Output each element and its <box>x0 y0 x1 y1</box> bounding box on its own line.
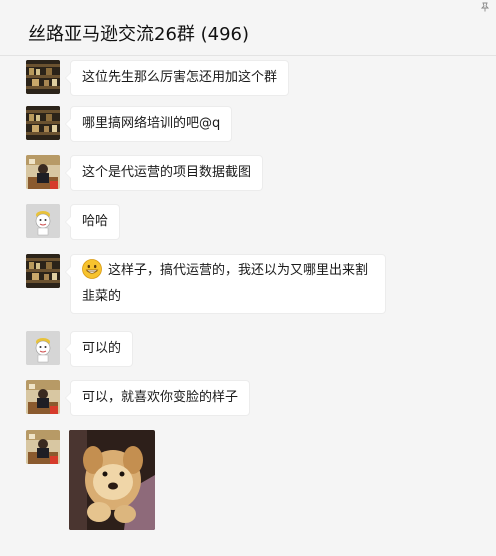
message-bubble[interactable]: 这位先生那么厉害怎还用加这个群 <box>64 60 290 96</box>
dark-shelf-avatar[interactable] <box>26 254 60 288</box>
message-item <box>26 430 155 530</box>
grinning-face-emoji <box>82 259 102 279</box>
office-person-avatar[interactable] <box>26 430 60 464</box>
message-item: 哪里搞网络培训的吧@q <box>26 106 233 142</box>
cartoon-chef-avatar[interactable] <box>26 204 60 238</box>
dark-shelf-avatar[interactable] <box>26 106 60 140</box>
message-item: 这样子，搞代运营的，我还以为又哪里出来割韭菜的 <box>26 254 386 314</box>
message-bubble[interactable]: 可以，就喜欢你变脸的样子 <box>64 380 251 416</box>
message-item: 这位先生那么厉害怎还用加这个群 <box>26 60 290 96</box>
cartoon-chef-avatar[interactable] <box>26 331 60 365</box>
message-bubble[interactable]: 可以的 <box>64 331 134 367</box>
office-person-avatar[interactable] <box>26 380 60 414</box>
message-list[interactable]: 这位先生那么厉害怎还用加这个群 哪里搞网络培训的吧@q 这个是代运营的项目数据截… <box>0 56 496 556</box>
puppy-photo[interactable] <box>69 430 155 530</box>
chat-header: 丝路亚马逊交流26群 (496) <box>0 0 496 56</box>
office-person-avatar[interactable] <box>26 155 60 189</box>
message-bubble[interactable]: 这个是代运营的项目数据截图 <box>64 155 264 191</box>
message-bubble[interactable]: 哈哈 <box>64 204 121 240</box>
dark-shelf-avatar[interactable] <box>26 60 60 94</box>
message-item: 可以的 <box>26 331 134 367</box>
chat-title: 丝路亚马逊交流26群 (496) <box>28 24 250 45</box>
message-text: 这样子，搞代运营的，我还以为又哪里出来割韭菜的 <box>82 263 369 304</box>
pin-icon[interactable] <box>480 2 490 12</box>
message-item: 可以，就喜欢你变脸的样子 <box>26 380 251 416</box>
message-bubble[interactable]: 这样子，搞代运营的，我还以为又哪里出来割韭菜的 <box>65 254 386 314</box>
message-item: 哈哈 <box>26 204 121 240</box>
message-bubble[interactable]: 哪里搞网络培训的吧@q <box>64 106 233 142</box>
message-item: 这个是代运营的项目数据截图 <box>26 155 264 191</box>
